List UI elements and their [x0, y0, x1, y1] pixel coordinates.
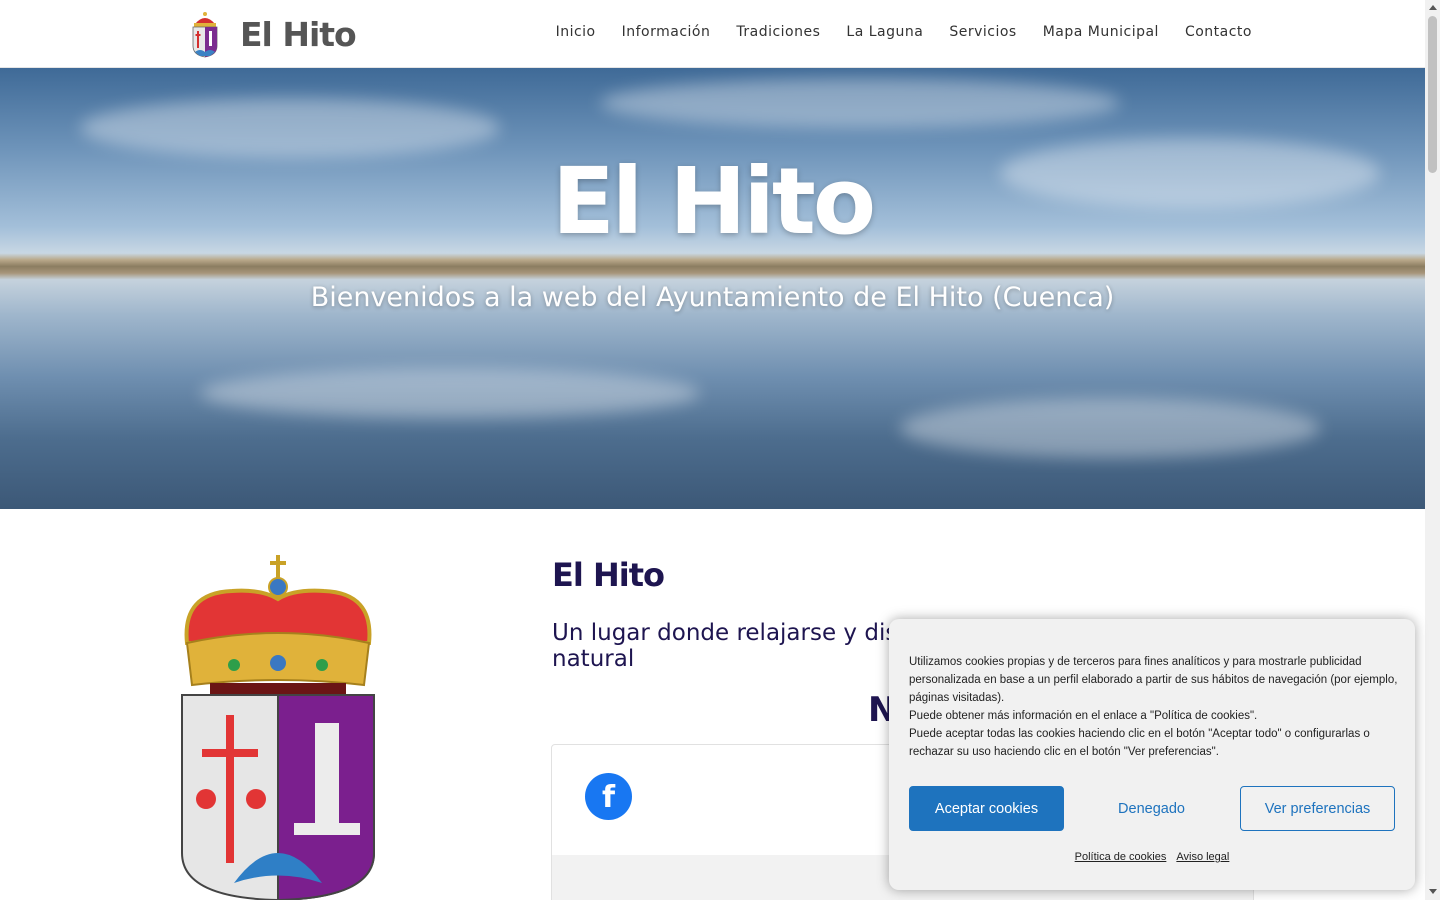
nav-tradiciones[interactable]: Tradiciones — [736, 24, 820, 40]
page-scrollbar[interactable] — [1425, 0, 1440, 900]
nav-la-laguna[interactable]: La Laguna — [846, 24, 923, 40]
deny-cookies-button[interactable]: Denegado — [1074, 786, 1229, 831]
scroll-thumb[interactable] — [1428, 16, 1437, 173]
site-header: El Hito Inicio Información Tradiciones L… — [0, 0, 1425, 68]
hero-subtitle: Bienvenidos a la web del Ayuntamiento de… — [310, 282, 1115, 313]
facebook-icon[interactable]: f — [585, 773, 632, 820]
nav-informacion[interactable]: Información — [622, 24, 711, 40]
view-preferences-button[interactable]: Ver preferencias — [1240, 786, 1395, 831]
cookie-text-paragraph: Puede obtener más información en el enla… — [909, 710, 1258, 722]
hero-cloud-decoration — [900, 398, 1320, 458]
nav-mapa-municipal[interactable]: Mapa Municipal — [1043, 24, 1159, 40]
scroll-up-icon[interactable] — [1429, 5, 1437, 10]
coat-of-arms-image — [181, 555, 375, 900]
cookie-consent-banner: Utilizamos cookies propias y de terceros… — [889, 619, 1415, 890]
content-title: El Hito — [552, 556, 665, 594]
legal-notice-link[interactable]: Aviso legal — [1176, 851, 1229, 863]
hero-banner: El Hito Bienvenidos a la web del Ayuntam… — [0, 68, 1425, 509]
site-name: El Hito — [240, 14, 357, 54]
nav-contacto[interactable]: Contacto — [1185, 24, 1252, 40]
coat-of-arms-icon — [192, 12, 218, 58]
hero-cloud-decoration — [200, 368, 700, 418]
accept-cookies-button[interactable]: Aceptar cookies — [909, 786, 1064, 831]
hero-cloud-decoration — [600, 78, 1120, 128]
site-logo-link[interactable]: El Hito — [190, 10, 357, 58]
cookie-text-paragraph: Puede aceptar todas las cookies haciendo… — [909, 728, 1370, 758]
nav-inicio[interactable]: Inicio — [556, 24, 596, 40]
main-nav: Inicio Información Tradiciones La Laguna… — [556, 24, 1252, 40]
cookie-text-paragraph: Utilizamos cookies propias y de terceros… — [909, 656, 1398, 704]
nav-servicios[interactable]: Servicios — [949, 24, 1016, 40]
scroll-down-icon[interactable] — [1429, 889, 1437, 894]
cookie-policy-link[interactable]: Política de cookies — [1075, 851, 1167, 863]
hero-title: El Hito — [551, 148, 876, 255]
cookie-consent-text: Utilizamos cookies propias y de terceros… — [909, 653, 1399, 761]
cookie-links: Política de cookies Aviso legal — [889, 851, 1415, 863]
